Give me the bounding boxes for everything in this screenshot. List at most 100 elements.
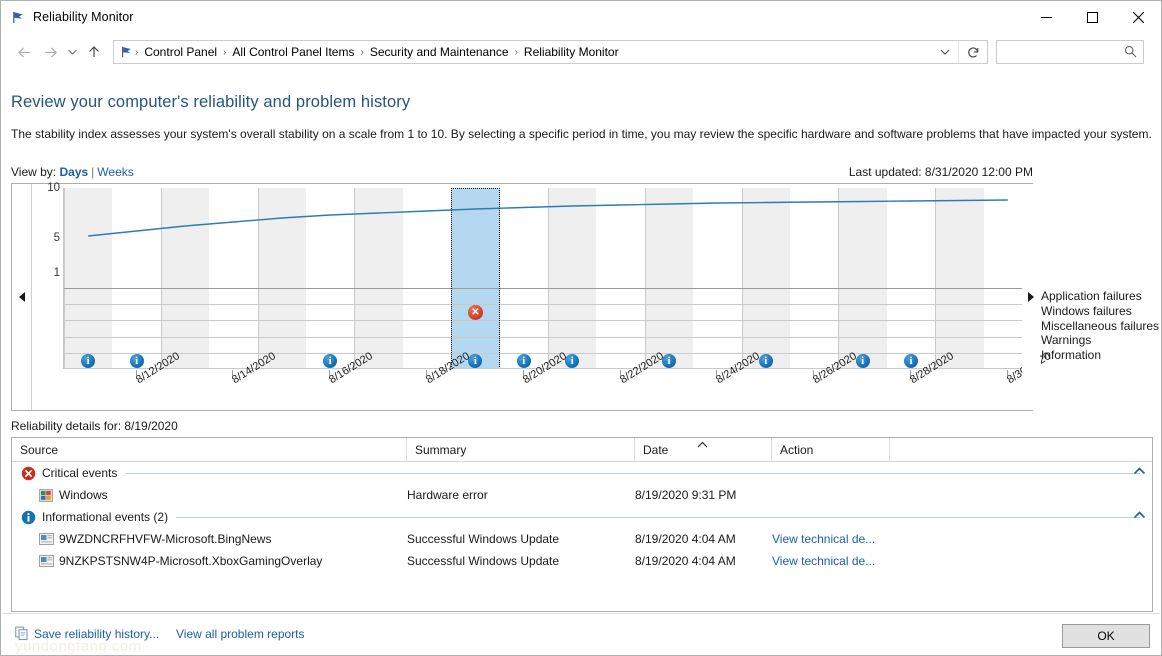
view-all-problem-reports-link[interactable]: View all problem reports xyxy=(176,627,305,641)
chart-scroll-left-button[interactable] xyxy=(12,184,32,410)
last-updated-text: Last updated: 8/31/2020 12:00 PM xyxy=(848,165,1033,179)
flag-icon xyxy=(11,10,26,25)
group-divider xyxy=(125,472,1140,474)
legend-miscellaneous-failures: Miscellaneous failures xyxy=(1041,318,1160,333)
triangle-left-icon xyxy=(18,292,25,302)
view-by-separator: | xyxy=(91,165,95,179)
cell-source-label: Windows xyxy=(59,488,108,502)
chart-y-axis: 10 5 1 xyxy=(33,182,62,284)
maximize-button[interactable] xyxy=(1069,1,1115,33)
column-header-date-label: Date xyxy=(643,443,669,457)
cell-source: Windows xyxy=(12,488,407,502)
footer-bar: Save reliability history... View all pro… xyxy=(2,613,1160,655)
legend-application-failures: Application failures xyxy=(1041,289,1142,303)
group-divider xyxy=(176,516,1140,518)
group-title-critical-events: Critical events xyxy=(42,466,118,480)
search-input[interactable] xyxy=(996,40,1144,64)
recent-locations-button[interactable] xyxy=(63,39,81,65)
details-label: Reliability details for: 8/19/2020 xyxy=(11,419,178,433)
column-header-action[interactable]: Action xyxy=(772,438,890,461)
group-header-informational-events[interactable]: Informational events (2) xyxy=(12,506,1152,528)
cell-date: 8/19/2020 9:31 PM xyxy=(635,488,737,502)
breadcrumb-control-panel[interactable]: Control Panel xyxy=(139,41,222,63)
app-package-icon xyxy=(38,554,54,568)
column-header-date[interactable]: Date xyxy=(635,438,772,461)
close-button[interactable] xyxy=(1115,1,1161,33)
group-title-informational-events: Informational events (2) xyxy=(42,510,169,524)
window-controls xyxy=(1023,1,1161,33)
column-header-spacer xyxy=(890,438,1152,461)
search-icon xyxy=(1124,45,1137,63)
view-by-control: View by: Days | Weeks xyxy=(11,165,134,179)
watermark: yundongfang.com xyxy=(15,638,142,655)
y-tick-10: 10 xyxy=(47,182,60,194)
cell-source: 9WZDNCRFHVFW-Microsoft.BingNews xyxy=(12,532,407,546)
navigation-bar: › Control Panel › All Control Panel Item… xyxy=(1,33,1161,71)
view-by-days-link[interactable]: Days xyxy=(59,165,88,179)
chart-grid[interactable]: i i i i ✕ i i i i i i xyxy=(63,188,1031,369)
cell-summary: Successful Windows Update xyxy=(407,532,560,546)
ok-button[interactable]: OK xyxy=(1062,624,1150,648)
triangle-right-icon xyxy=(1028,292,1034,302)
y-tick-5: 5 xyxy=(53,232,60,244)
title-bar: Reliability Monitor xyxy=(1,1,1161,33)
table-header-row: Source Summary Date Action xyxy=(12,438,1152,462)
refresh-icon[interactable] xyxy=(958,41,987,63)
address-bar[interactable]: › Control Panel › All Control Panel Item… xyxy=(113,40,988,64)
cell-source-label: 9NZKPSTSNW4P-Microsoft.XboxGamingOverlay xyxy=(59,554,323,568)
page-title: Review your computer's reliability and p… xyxy=(11,93,411,111)
breadcrumb-all-control-panel-items[interactable]: All Control Panel Items xyxy=(227,41,359,63)
forward-button[interactable] xyxy=(37,39,63,65)
chevron-down-icon[interactable] xyxy=(933,41,957,63)
cell-action-view-technical-details[interactable]: View technical de... xyxy=(772,532,890,546)
breadcrumb-security-and-maintenance[interactable]: Security and Maintenance xyxy=(365,41,514,63)
table-row[interactable]: 9NZKPSTSNW4P-Microsoft.XboxGamingOverlay… xyxy=(12,550,1152,572)
chart-information-event-icon[interactable]: i xyxy=(904,353,918,368)
cell-action-view-technical-details[interactable]: View technical de... xyxy=(772,554,890,568)
chevron-up-icon[interactable] xyxy=(1133,466,1146,478)
chart-information-event-icon[interactable]: i xyxy=(129,353,144,368)
column-header-summary[interactable]: Summary xyxy=(407,438,635,461)
up-button[interactable] xyxy=(81,39,107,65)
cell-date: 8/19/2020 4:04 AM xyxy=(635,554,736,568)
cell-summary: Hardware error xyxy=(407,488,488,502)
cell-source: 9NZKPSTSNW4P-Microsoft.XboxGamingOverlay xyxy=(12,554,407,568)
chart-information-event-icon[interactable]: i xyxy=(81,353,96,368)
chart-critical-event-icon[interactable]: ✕ xyxy=(467,304,483,320)
app-package-icon xyxy=(38,532,54,546)
cell-date: 8/19/2020 4:04 AM xyxy=(635,532,736,546)
legend-windows-failures: Windows failures xyxy=(1041,303,1132,318)
critical-error-icon xyxy=(20,465,37,482)
breadcrumb-flag-icon xyxy=(120,45,134,59)
column-header-source[interactable]: Source xyxy=(12,438,407,461)
sort-ascending-icon xyxy=(697,433,708,457)
chart-scroll-right-button[interactable] xyxy=(1022,184,1040,410)
chart-information-event-icon[interactable]: i xyxy=(323,353,338,368)
y-tick-1: 1 xyxy=(53,267,60,279)
reliability-monitor-window: Reliability Monitor › Control Panel › Al… xyxy=(0,0,1162,656)
minimize-button[interactable] xyxy=(1023,1,1069,33)
table-row[interactable]: Windows Hardware error 8/19/2020 9:31 PM xyxy=(12,484,1152,506)
chart-information-event-icon[interactable]: i xyxy=(516,353,531,368)
details-table: Source Summary Date Action Critical even… xyxy=(11,437,1153,612)
window-title: Reliability Monitor xyxy=(33,10,134,24)
chart-plot-area: 10 5 1 i i i i ✕ i i i i i i 8/12/2020 8/14/2020 8/1… xyxy=(33,182,1053,410)
windows-logo-icon xyxy=(38,488,54,502)
reliability-chart: 10 5 1 i i i i ✕ i i i i i i 8/12/2020 8/14/2020 8/1… xyxy=(11,182,1053,411)
view-by-weeks-link[interactable]: Weeks xyxy=(97,165,133,179)
cell-summary: Successful Windows Update xyxy=(407,554,560,568)
breadcrumb-reliability-monitor[interactable]: Reliability Monitor xyxy=(519,41,624,63)
information-icon xyxy=(20,509,37,526)
chart-legend: Application failures Windows failures Mi… xyxy=(1041,289,1159,363)
stability-index-line xyxy=(88,199,1008,237)
table-row[interactable]: 9WZDNCRFHVFW-Microsoft.BingNews Successf… xyxy=(12,528,1152,550)
chart-information-event-icon[interactable]: i xyxy=(758,353,773,368)
view-by-label: View by: xyxy=(11,165,57,179)
group-header-critical-events[interactable]: Critical events xyxy=(12,462,1152,484)
legend-information: Information xyxy=(1041,348,1102,363)
page-description: The stability index assesses your system… xyxy=(11,127,1152,141)
cell-source-label: 9WZDNCRFHVFW-Microsoft.BingNews xyxy=(59,532,272,546)
back-button[interactable] xyxy=(11,39,37,65)
chevron-up-icon[interactable] xyxy=(1133,510,1146,522)
chart-x-axis-labels: 8/12/2020 8/14/2020 8/16/2020 8/18/2020 8/20… xyxy=(63,350,1053,410)
